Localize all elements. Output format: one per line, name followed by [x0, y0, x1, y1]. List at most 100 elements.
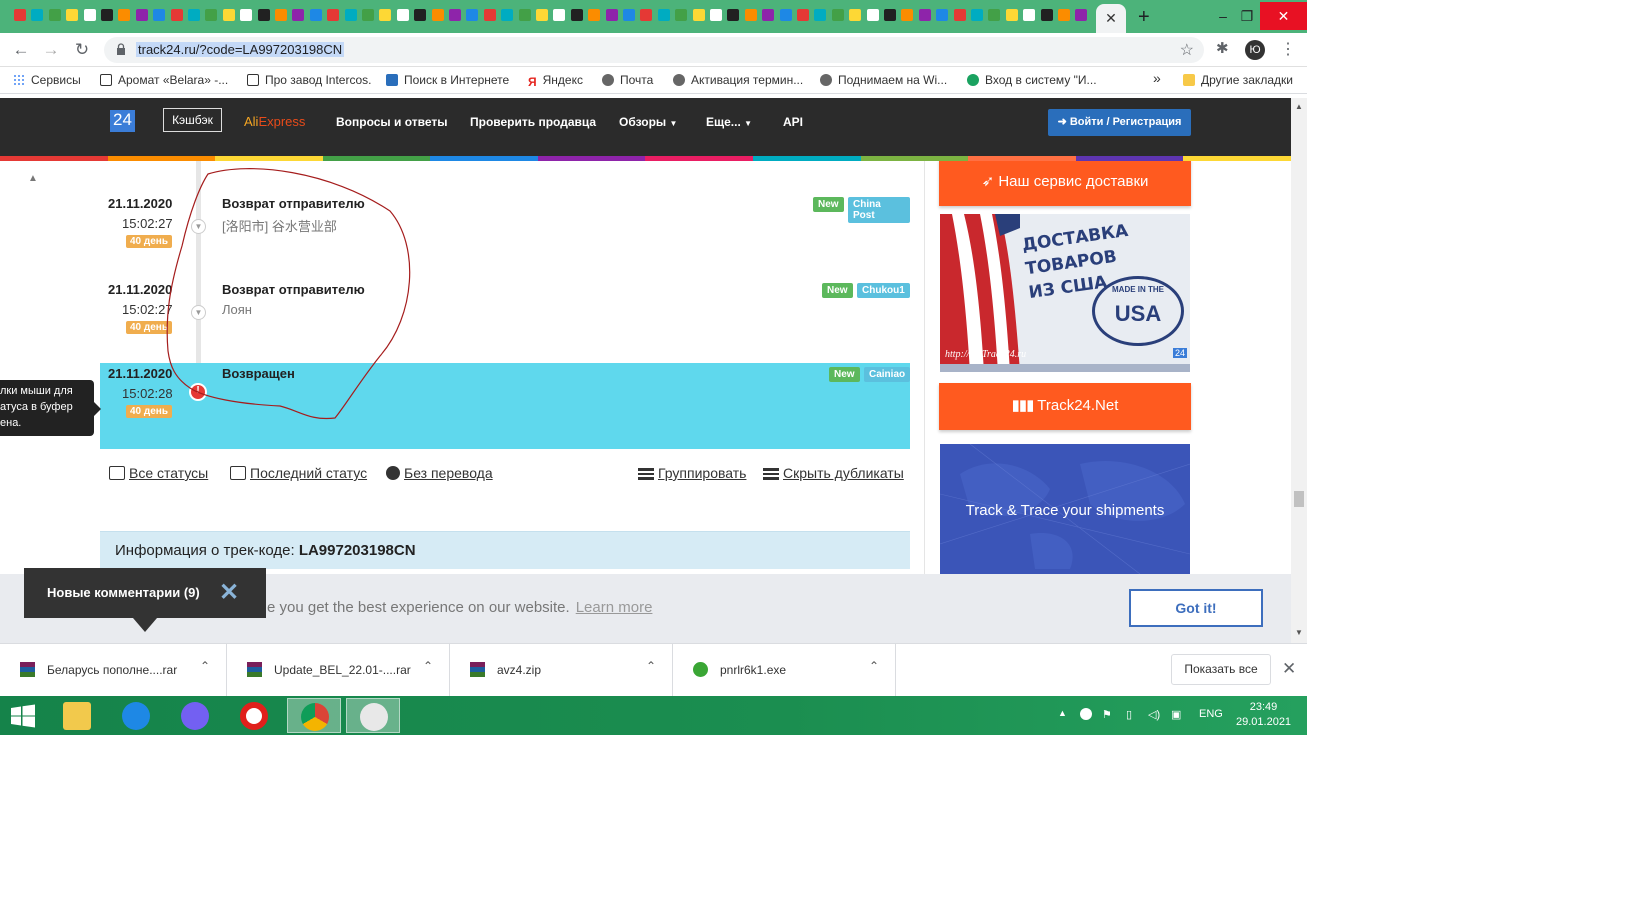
tab-favicon-icon[interactable]	[849, 9, 862, 21]
tab-favicon-icon[interactable]	[779, 9, 792, 21]
bookmark-apps[interactable]: Сервисы	[13, 73, 81, 87]
track24-net-button[interactable]: ▮▮▮ Track24.Net	[939, 383, 1191, 430]
tab-favicon-icon[interactable]	[292, 9, 305, 21]
nav-aliexpress[interactable]: AliExpress	[244, 114, 305, 129]
address-bar[interactable]: track24.ru/?code=LA997203198CN ☆	[104, 37, 1204, 63]
tab-favicon-icon[interactable]	[483, 9, 496, 21]
tab-favicon-icon[interactable]	[379, 9, 392, 21]
taskbar-explorer[interactable]	[50, 698, 104, 733]
tab-favicon-icon[interactable]	[640, 9, 653, 21]
page-scrollbar[interactable]: ▲ ▼	[1291, 98, 1307, 643]
tab-favicon-icon[interactable]	[31, 9, 44, 21]
tab-favicon-icon[interactable]	[118, 9, 131, 21]
download-item[interactable]: avz4.zip ⌃	[450, 644, 673, 696]
tab-favicon-icon[interactable]	[414, 9, 427, 21]
tray-battery-icon[interactable]: ▯	[1126, 708, 1132, 721]
tab-favicon-icon[interactable]	[466, 9, 479, 21]
last-status-link[interactable]: Последний статус	[230, 465, 367, 481]
chevron-up-icon[interactable]: ⌃	[869, 659, 879, 673]
hide-duplicates-link[interactable]: Скрыть дубликаты	[763, 465, 904, 481]
download-item[interactable]: Беларусь пополне....rar ⌃	[0, 644, 227, 696]
nav-api[interactable]: API	[783, 115, 803, 129]
learn-more-link[interactable]: Learn more	[576, 599, 653, 616]
tab-favicon-icon[interactable]	[536, 9, 548, 21]
tab-favicon-icon[interactable]	[727, 9, 740, 21]
site-logo[interactable]: 24	[110, 110, 135, 132]
reload-icon[interactable]: ↻	[71, 39, 93, 61]
window-close-icon[interactable]: ✕	[1260, 2, 1307, 30]
tab-favicon-icon[interactable]	[988, 9, 1001, 21]
bookmark-intercos[interactable]: Про завод Intercos.	[247, 73, 372, 87]
scroll-up-icon[interactable]: ▲	[1295, 102, 1303, 111]
bookmark-activation[interactable]: Активация термин...	[673, 73, 803, 87]
tab-favicon-icon[interactable]	[1040, 9, 1053, 21]
tab-favicon-icon[interactable]	[588, 9, 601, 21]
tray-flag-icon[interactable]: ⚑	[1102, 708, 1112, 721]
chevron-up-icon[interactable]: ⌃	[423, 659, 433, 673]
tab-favicon-icon[interactable]	[692, 9, 705, 21]
extensions-icon[interactable]: ✱	[1216, 39, 1229, 57]
tab-favicon-icon[interactable]	[327, 9, 340, 21]
new-tab-icon[interactable]: +	[1138, 6, 1150, 29]
tab-favicon-icon[interactable]	[744, 9, 757, 21]
show-all-downloads-button[interactable]: Показать все	[1171, 654, 1271, 685]
new-comments-text[interactable]: Новые комментарии (9)	[47, 585, 200, 600]
track-code[interactable]: LA997203198CN	[299, 542, 416, 559]
bookmark-wifi[interactable]: Поднимаем на Wi...	[820, 73, 947, 87]
taskbar-ie[interactable]	[109, 698, 163, 733]
tab-favicon-icon[interactable]	[188, 9, 200, 21]
tab-favicon-icon[interactable]	[657, 9, 670, 21]
nav-more[interactable]: Еще... ▼	[706, 115, 752, 129]
language-indicator[interactable]: ENG	[1199, 708, 1223, 720]
world-banner[interactable]: Track & Trace your shipments	[940, 444, 1190, 574]
taskbar-paint[interactable]	[346, 698, 400, 733]
tab-favicon-icon[interactable]	[344, 9, 357, 21]
nav-reviews[interactable]: Обзоры ▼	[619, 115, 677, 129]
tray-app-icon[interactable]	[1080, 708, 1092, 720]
tab-favicon-icon[interactable]	[501, 9, 514, 21]
tab-favicon-icon[interactable]	[831, 9, 844, 21]
tab-favicon-icon[interactable]	[101, 9, 113, 21]
tab-favicon-icon[interactable]	[797, 9, 809, 21]
tab-favicon-icon[interactable]	[570, 9, 583, 21]
usa-delivery-banner[interactable]: ДОСТАВКА ТОВАРОВ ИЗ США MADE IN THE USA …	[940, 214, 1190, 372]
tab-favicon-icon[interactable]	[762, 9, 775, 21]
active-tab-close-icon[interactable]: ✕	[1096, 4, 1126, 33]
tab-favicon-icon[interactable]	[170, 9, 183, 21]
nav-faq[interactable]: Вопросы и ответы	[336, 115, 447, 129]
chevron-up-icon[interactable]: ⌃	[200, 659, 210, 673]
tab-favicon-icon[interactable]	[518, 9, 531, 21]
tab-favicon-icon[interactable]	[240, 9, 253, 21]
delivery-service-button[interactable]: ➶ Наш сервис доставки	[939, 161, 1191, 206]
download-item[interactable]: pnrlr6k1.exe ⌃	[673, 644, 896, 696]
scroll-down-icon[interactable]: ▼	[1295, 628, 1303, 637]
tray-expand-icon[interactable]: ▲	[1058, 708, 1067, 718]
tab-favicon-icon[interactable]	[449, 9, 461, 21]
tab-favicon-icon[interactable]	[1058, 9, 1070, 21]
tab-favicon-icon[interactable]	[257, 9, 270, 21]
tab-favicon-icon[interactable]	[14, 9, 26, 21]
tab-favicon-icon[interactable]	[362, 9, 374, 21]
tab-favicon-icon[interactable]	[83, 9, 96, 21]
cashback-button[interactable]: Кэшбэк	[163, 108, 222, 132]
tab-favicon-icon[interactable]	[153, 9, 166, 21]
tray-network-icon[interactable]: ▣	[1171, 708, 1181, 721]
bookmark-star-icon[interactable]: ☆	[1180, 40, 1194, 60]
tab-favicon-icon[interactable]	[431, 9, 444, 21]
restore-icon[interactable]: ❐	[1232, 2, 1262, 30]
bookmark-login[interactable]: Вход в систему "И...	[967, 73, 1097, 87]
no-translation-link[interactable]: Без перевода	[386, 465, 493, 481]
group-link[interactable]: Группировать	[638, 465, 746, 481]
close-icon[interactable]: ✕	[219, 578, 239, 607]
tab-favicon-icon[interactable]	[275, 9, 287, 21]
tray-volume-icon[interactable]: ◁)	[1148, 708, 1160, 721]
back-icon[interactable]: ←	[10, 39, 32, 61]
tab-favicon-icon[interactable]	[971, 9, 983, 21]
chevron-up-icon[interactable]: ⌃	[646, 659, 656, 673]
collapse-up-icon[interactable]: ▲	[28, 173, 38, 184]
download-item[interactable]: Update_BEL_22.01-....rar ⌃	[227, 644, 450, 696]
tab-favicon-icon[interactable]	[675, 9, 688, 21]
url-text[interactable]: track24.ru/?code=LA997203198CN	[136, 42, 345, 57]
all-statuses-link[interactable]: Все статусы	[109, 465, 208, 481]
tab-favicon-icon[interactable]	[605, 9, 618, 21]
